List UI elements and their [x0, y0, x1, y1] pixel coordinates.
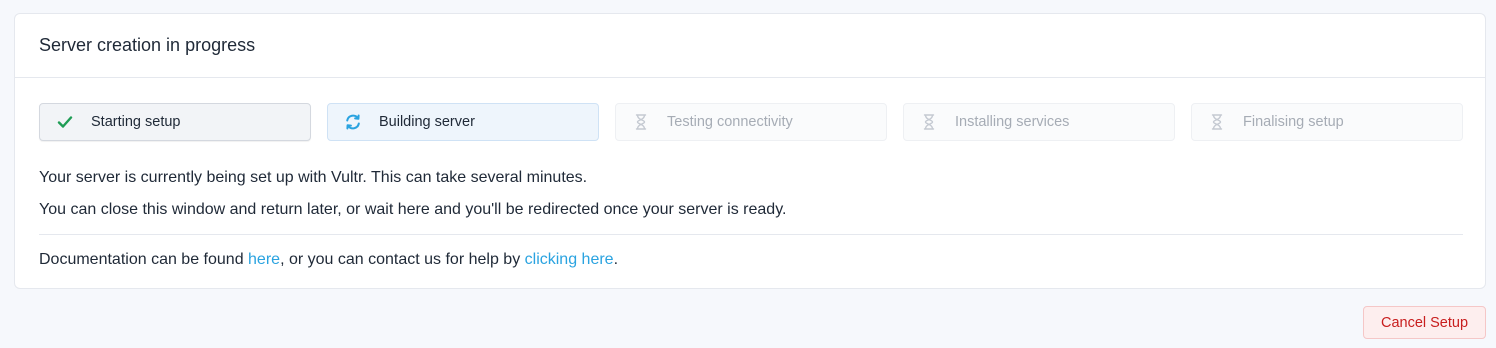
step-finalising-setup: Finalising setup [1191, 103, 1463, 141]
documentation-link[interactable]: here [248, 251, 280, 268]
status-line-1: Your server is currently being set up wi… [39, 169, 588, 186]
contact-help-link[interactable]: clicking here [525, 251, 614, 268]
setup-card: Server creation in progress Starting set… [14, 13, 1486, 289]
step-label: Building server [379, 114, 475, 130]
step-label: Testing connectivity [667, 114, 793, 130]
step-starting-setup: Starting setup [39, 103, 311, 141]
cancel-setup-button[interactable]: Cancel Setup [1363, 306, 1486, 339]
step-label: Finalising setup [1243, 114, 1344, 130]
refresh-icon [344, 113, 362, 131]
step-building-server: Building server [327, 103, 599, 141]
divider [39, 234, 1463, 235]
docs-middle: , or you can contact us for help by [280, 251, 525, 268]
progress-steps: Starting setup Building server Testing c… [39, 103, 1463, 141]
card-header: Server creation in progress [15, 14, 1485, 78]
step-testing-connectivity: Testing connectivity [615, 103, 887, 141]
page-title: Server creation in progress [39, 35, 256, 55]
check-icon [56, 113, 74, 131]
status-line-2: You can close this window and return lat… [39, 201, 787, 218]
hourglass-icon [1208, 113, 1226, 131]
status-message: Your server is currently being set up wi… [39, 162, 1463, 276]
docs-suffix: . [613, 251, 619, 268]
step-label: Installing services [955, 114, 1070, 130]
docs-text: Documentation can be found here, or you … [39, 244, 1463, 276]
docs-prefix: Documentation can be found [39, 251, 249, 268]
step-label: Starting setup [91, 114, 181, 130]
hourglass-icon [632, 113, 650, 131]
step-installing-services: Installing services [903, 103, 1175, 141]
hourglass-icon [920, 113, 938, 131]
